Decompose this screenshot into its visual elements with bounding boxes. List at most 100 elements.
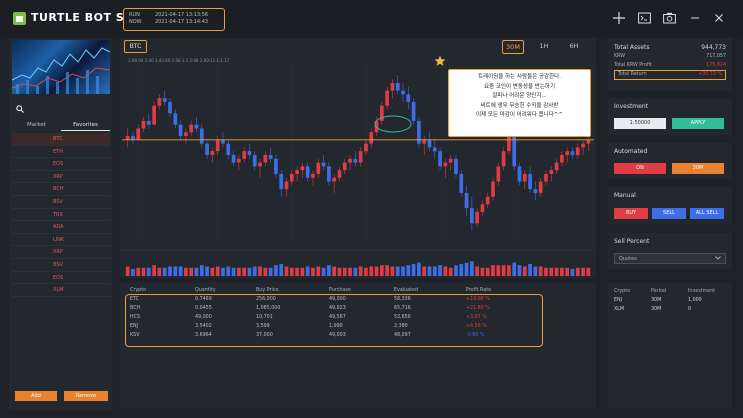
crosshair-icon[interactable]	[612, 12, 626, 27]
volume-bar	[247, 267, 252, 276]
volume-bar	[401, 266, 405, 276]
coin-item-eos[interactable]: EOS	[12, 158, 110, 171]
auto-table-row[interactable]: ENJ 30M 1,000	[614, 296, 726, 305]
close-icon[interactable]	[712, 12, 726, 27]
timeframe-30m[interactable]: 30M	[502, 40, 524, 54]
candle-body	[279, 173, 284, 190]
candle-body	[125, 136, 130, 140]
camera-icon[interactable]	[662, 12, 676, 27]
coin-item-eth[interactable]: ETH	[12, 146, 110, 159]
candle-body	[305, 166, 310, 178]
candle-body	[422, 139, 427, 144]
annotation-line: 요즘 코인이 변동성을 반는하기	[483, 83, 556, 90]
candle-body	[131, 136, 135, 140]
krw-label: KRW	[614, 54, 626, 59]
auto-table-row[interactable]: XLM 30M 0	[614, 305, 726, 314]
apply-button[interactable]: APPLY	[672, 118, 724, 129]
investment-input[interactable]: 1:50000	[614, 118, 666, 129]
coin-item-ada[interactable]: ADA	[12, 221, 110, 234]
coin-item-xrp[interactable]: XRP	[12, 246, 110, 259]
candle-body	[538, 181, 543, 193]
coin-item-eos[interactable]: EOS	[12, 272, 110, 285]
terminal-icon[interactable]	[637, 12, 651, 27]
symbol-badge[interactable]: BTC	[124, 40, 147, 53]
volume-bar	[194, 267, 199, 276]
coin-item-bsv[interactable]: BSV	[12, 196, 110, 209]
candle-body	[565, 151, 570, 155]
coin-item-btc[interactable]: BTC	[12, 133, 110, 146]
manual-panel: Manual BUY SELL ALL SELL	[608, 187, 732, 224]
candle-body	[337, 170, 342, 178]
candle-body	[560, 155, 564, 163]
volume-bar	[332, 266, 337, 276]
candle-body	[438, 151, 442, 167]
now-label: NOW	[129, 19, 142, 25]
candle-body	[570, 151, 575, 155]
volume-bar	[125, 266, 130, 276]
volume-bar	[210, 267, 215, 276]
candle-body	[353, 158, 358, 163]
candle-body	[575, 147, 580, 155]
volume-bar	[289, 267, 294, 276]
candle-body	[162, 98, 167, 102]
remove-button[interactable]: Remove	[64, 391, 108, 401]
volume-bar	[438, 265, 442, 276]
table-cell: ENJ	[614, 298, 623, 303]
candle-body	[178, 124, 183, 137]
coin-item-xlm[interactable]: XLM	[12, 284, 110, 297]
coin-list: BTC ETH EOS XRP BCH BSV TRX ADA LINK XRP BSV EOS XLM	[12, 133, 110, 297]
automated-interval-button[interactable]: 30M	[672, 163, 724, 174]
volume-bar	[422, 266, 427, 276]
volume-bar	[168, 266, 172, 276]
tab-favorites[interactable]: Favorites	[61, 121, 110, 131]
coin-item-link[interactable]: LINK	[12, 234, 110, 247]
candle-body	[136, 128, 141, 140]
coin-item-bsv[interactable]: BSV	[12, 259, 110, 272]
candle-body	[364, 143, 368, 152]
candle-body	[342, 162, 347, 171]
automated-on-button[interactable]: ON	[614, 163, 666, 174]
volume-bar	[581, 267, 585, 276]
volume-bar	[146, 267, 151, 276]
return-value: +30.70 %	[698, 72, 722, 77]
minimize-icon[interactable]	[688, 12, 702, 27]
volume-bar	[184, 267, 188, 276]
add-button[interactable]: Add	[15, 391, 57, 401]
candle-body	[517, 166, 522, 182]
timeframe-6h[interactable]: 6H	[563, 40, 585, 54]
candle-body	[263, 155, 268, 163]
volume-bar	[226, 266, 231, 276]
volume-bar	[469, 261, 474, 276]
candle-body	[485, 196, 490, 205]
volume-bar	[475, 266, 480, 276]
volume-bar	[390, 266, 395, 276]
buy-button[interactable]: BUY	[614, 208, 648, 219]
coin-item-trx[interactable]: TRX	[12, 209, 110, 222]
candle-body	[432, 147, 437, 152]
highlight-ellipse	[374, 115, 412, 133]
candle-body	[215, 139, 220, 152]
auto-trade-panel: Crypto Period Investment ENJ 30M 1,000 XLM 30M 0	[608, 282, 732, 408]
coin-item-xrp[interactable]: XRP	[12, 171, 110, 184]
search-icon[interactable]	[16, 105, 24, 115]
candle-body	[289, 173, 294, 182]
krw-value: 717,057	[706, 54, 726, 59]
time-display: RUN 2021-04-17 13:13:56 NOW 2021-04-17 13:…	[123, 8, 225, 31]
return-label: Total Return	[618, 72, 647, 77]
volume-bar	[131, 269, 135, 276]
column-header: Crypto	[614, 289, 631, 294]
coin-item-bch[interactable]: BCH	[12, 183, 110, 196]
timeframe-1h[interactable]: 1H	[533, 40, 555, 54]
sell-percent-select[interactable]: Quotes	[614, 253, 726, 264]
annotation-line: 비트에 생무 무승헌 수익을 감사받	[480, 102, 559, 109]
table-cell: 1,000	[688, 298, 702, 303]
candle-body	[205, 143, 209, 155]
tab-market[interactable]: Market	[12, 121, 61, 131]
all-sell-button[interactable]: ALL SELL	[690, 208, 724, 219]
sell-button[interactable]: SELL	[652, 208, 686, 219]
candle-body	[152, 105, 156, 125]
candle-body	[581, 143, 585, 148]
volume-bar	[443, 266, 448, 276]
candle-body	[554, 162, 559, 171]
assets-title: Total Assets	[614, 44, 650, 51]
